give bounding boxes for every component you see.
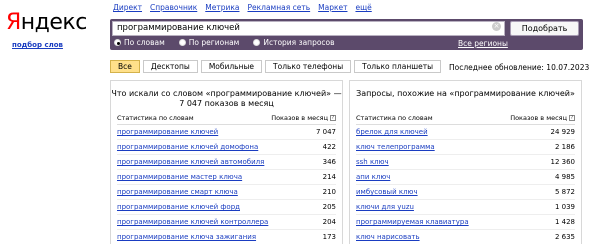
impressions-count: 346 bbox=[322, 158, 336, 166]
wordstat-link[interactable]: подбор слов bbox=[12, 41, 63, 49]
table-row: программирование ключей 7 047 bbox=[117, 125, 336, 140]
table-row: ключи для yuzu 1 039 bbox=[356, 200, 575, 215]
radio-dot-icon bbox=[114, 39, 121, 46]
query-link[interactable]: программирование ключа зажигания bbox=[117, 233, 256, 241]
query-link[interactable]: ключ телепрограмма bbox=[356, 143, 435, 151]
topnav-metrika[interactable]: Метрика bbox=[205, 3, 239, 13]
col-words-header: Статистика по словам bbox=[356, 114, 433, 122]
query-link[interactable]: программирование ключей форд bbox=[117, 203, 240, 211]
table-row: программирование ключей домофона 422 bbox=[117, 140, 336, 155]
impressions-count: 1 039 bbox=[554, 203, 575, 211]
impressions-count: 24 929 bbox=[550, 128, 576, 136]
table-row: имбусовый ключ 5 872 bbox=[356, 185, 575, 200]
radio-by-regions[interactable]: По регионам bbox=[178, 38, 240, 47]
query-link[interactable]: имбусовый ключ bbox=[356, 188, 418, 196]
radio-label: По словам bbox=[124, 38, 165, 47]
radio-dot-icon bbox=[253, 39, 261, 46]
query-link[interactable]: программирование мастер ключа bbox=[117, 173, 242, 181]
submit-button[interactable]: Подобрать bbox=[510, 21, 579, 36]
radio-label: По регионам bbox=[188, 38, 240, 47]
query-link[interactable]: ключ нарисовать bbox=[356, 233, 420, 241]
table-row: ssh ключ 12 360 bbox=[356, 155, 575, 170]
topnav-more[interactable]: ещё bbox=[355, 3, 371, 13]
all-regions-link[interactable]: Все регионы bbox=[458, 39, 508, 48]
table-header: Статистика по словам Показов в месяц? bbox=[356, 114, 575, 125]
query-link[interactable]: апи ключ bbox=[356, 173, 390, 181]
page: Яндекс подбор слов Директ Справочник Мет… bbox=[0, 0, 600, 244]
col-impressions-header: Показов в месяц bbox=[271, 114, 328, 122]
radio-by-words[interactable]: По словам bbox=[114, 38, 165, 47]
tab-desktops[interactable]: Десктопы bbox=[142, 60, 198, 73]
table-row: программирование ключей контроллера 204 bbox=[117, 215, 336, 230]
impressions-count: 4 985 bbox=[554, 173, 575, 181]
tab-phones[interactable]: Только телефоны bbox=[265, 60, 352, 73]
query-link[interactable]: программирование смарт ключа bbox=[117, 188, 238, 196]
logo-rest: ндекс bbox=[20, 10, 88, 35]
right-panel: Запросы, похожие на «программирование кл… bbox=[349, 80, 582, 244]
table-row: программирование мастер ключа 214 bbox=[117, 170, 336, 185]
impressions-count: 210 bbox=[322, 188, 336, 196]
query-link[interactable]: ssh ключ bbox=[356, 158, 389, 166]
radio-label: История запросов bbox=[263, 38, 335, 47]
impressions-count: 204 bbox=[322, 218, 336, 226]
yandex-logo[interactable]: Яндекс bbox=[6, 12, 87, 34]
logo-first-letter: Я bbox=[6, 10, 21, 35]
table-row: брелок для ключей 24 929 bbox=[356, 125, 575, 140]
last-update: Последнее обновление: 10.07.2023 bbox=[449, 63, 590, 72]
impressions-count: 1 428 bbox=[554, 218, 575, 226]
topnav-direct[interactable]: Директ bbox=[113, 3, 142, 13]
impressions-count: 205 bbox=[322, 203, 336, 211]
topnav-market[interactable]: Маркет bbox=[318, 3, 347, 13]
table-row: программирование ключей форд 205 bbox=[117, 200, 336, 215]
search-panel: программирование ключей × Подобрать По с… bbox=[110, 19, 583, 50]
table-row: программирование смарт ключа 210 bbox=[117, 185, 336, 200]
topnav-help[interactable]: Справочник bbox=[150, 3, 197, 13]
col-impressions-header: Показов в месяц bbox=[510, 114, 567, 122]
device-tabs: Все Десктопы Мобильные Только телефоны Т… bbox=[110, 60, 444, 73]
clear-icon[interactable]: × bbox=[492, 22, 501, 31]
panel-title: Запросы, похожие на «программирование кл… bbox=[356, 89, 575, 98]
topnav-ad-network[interactable]: Рекламная сеть bbox=[247, 3, 310, 13]
impressions-count: 422 bbox=[322, 143, 336, 151]
tab-all[interactable]: Все bbox=[110, 60, 140, 73]
impressions-count: 214 bbox=[322, 173, 336, 181]
panel-title: Что искали со словом «программирование к… bbox=[111, 89, 342, 108]
query-link[interactable]: программирование ключей bbox=[117, 128, 218, 136]
col-words-header: Статистика по словам bbox=[117, 114, 194, 122]
left-panel: Что искали со словом «программирование к… bbox=[110, 80, 343, 244]
table-row: ключ нарисовать 2 635 bbox=[356, 230, 575, 244]
table-row: ключ телепрограмма 2 186 bbox=[356, 140, 575, 155]
radio-history[interactable]: История запросов bbox=[253, 38, 335, 47]
table-row: программирование ключей автомобиля 346 bbox=[117, 155, 336, 170]
query-link[interactable]: ключи для yuzu bbox=[356, 203, 414, 211]
impressions-count: 173 bbox=[322, 233, 336, 241]
help-icon[interactable]: ? bbox=[569, 115, 575, 121]
search-mode-radios: По словам По регионам История запросов bbox=[114, 38, 335, 47]
radio-dot-icon bbox=[178, 39, 186, 46]
table-row: программируемая клавиатура 1 428 bbox=[356, 215, 575, 230]
table-row: программирование ключа зажигания 173 bbox=[117, 230, 336, 244]
top-nav: Директ Справочник Метрика Рекламная сеть… bbox=[113, 3, 372, 13]
impressions-count: 12 360 bbox=[550, 158, 576, 166]
help-icon[interactable]: ? bbox=[330, 115, 336, 121]
query-link[interactable]: программирование ключей автомобиля bbox=[117, 158, 264, 166]
impressions-count: 2 186 bbox=[554, 143, 575, 151]
query-link[interactable]: брелок для ключей bbox=[356, 128, 428, 136]
tab-tablets[interactable]: Только планшеты bbox=[354, 60, 441, 73]
query-link[interactable]: программирование ключей домофона bbox=[117, 143, 258, 151]
query-link[interactable]: программируемая клавиатура bbox=[356, 218, 469, 226]
table-header: Статистика по словам Показов в месяц? bbox=[117, 114, 336, 125]
impressions-count: 2 635 bbox=[554, 233, 575, 241]
impressions-count: 5 872 bbox=[554, 188, 575, 196]
query-link[interactable]: программирование ключей контроллера bbox=[117, 218, 268, 226]
search-input[interactable]: программирование ключей bbox=[112, 21, 505, 36]
impressions-count: 7 047 bbox=[315, 128, 336, 136]
tab-mobile[interactable]: Мобильные bbox=[200, 60, 263, 73]
table-row: апи ключ 4 985 bbox=[356, 170, 575, 185]
